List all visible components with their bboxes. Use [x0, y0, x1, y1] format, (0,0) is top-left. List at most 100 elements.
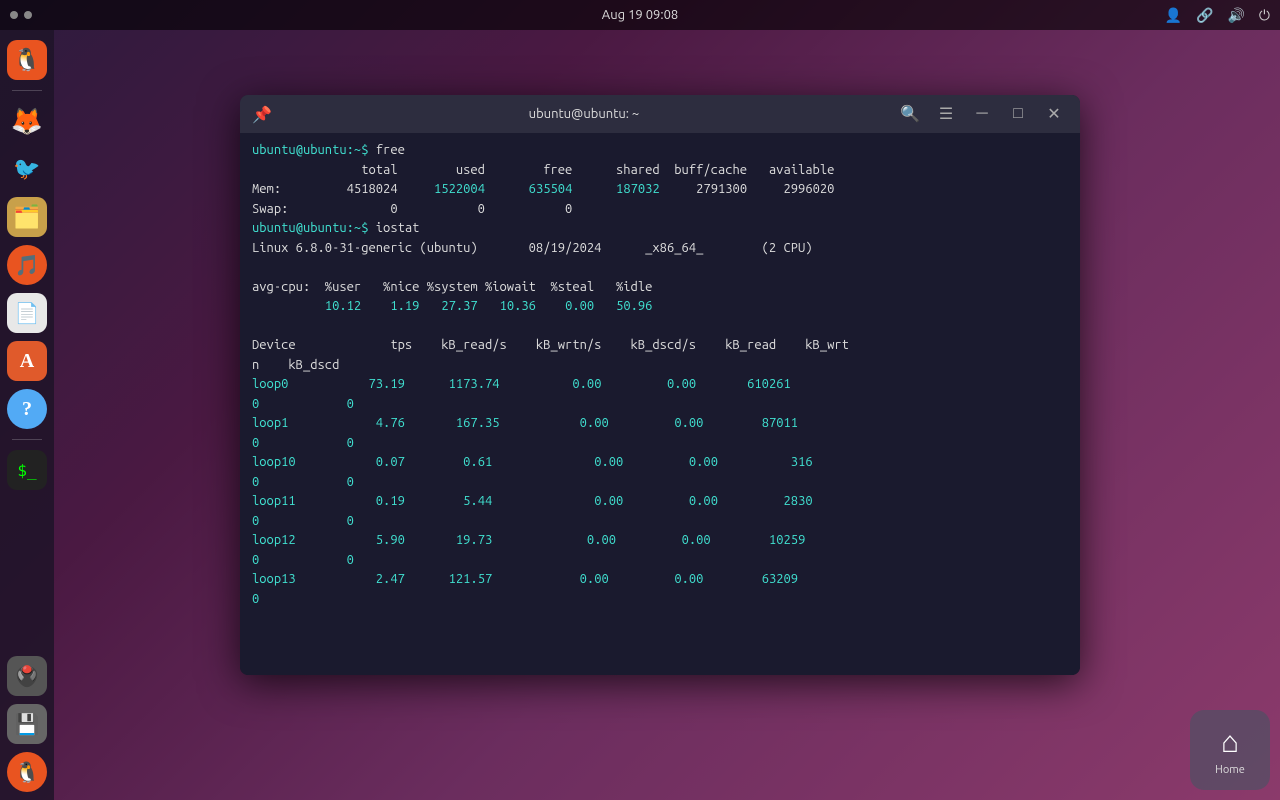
- dev-loop0-sp: [259, 397, 346, 411]
- power-icon[interactable]: ⏻: [1259, 7, 1270, 24]
- sidebar-item-ubuntu-bottom[interactable]: 🐧: [7, 752, 47, 792]
- dev-loop10-kb_wrtn_s: 0.00: [594, 455, 623, 469]
- sidebar-item-firefox[interactable]: 🦊: [7, 101, 47, 141]
- sidebar-item-appstore[interactable]: A: [7, 341, 47, 381]
- mem-label: Mem: 4518024: [252, 182, 434, 196]
- mem-sep1: [485, 182, 529, 196]
- dev-s8: [609, 416, 675, 430]
- mem-used: 1522004: [434, 182, 485, 196]
- dev-loop10-name: loop10: [252, 455, 296, 469]
- dev-loop12-kb_read: 10259: [769, 533, 805, 547]
- dev-loop12-c2: 0: [347, 553, 354, 567]
- terminal-close-button[interactable]: ✕: [1040, 100, 1068, 128]
- dev-header2: n kB_dscd: [252, 356, 1068, 376]
- dev-sg: [405, 494, 463, 508]
- dev-loop10-kb_read_s: 0.61: [463, 455, 492, 469]
- home-button[interactable]: ⌂ Home: [1190, 710, 1270, 790]
- sidebar-item-terminal[interactable]: $_: [7, 450, 47, 490]
- dev-loop1-sp: [259, 436, 346, 450]
- dev-loop1-c2: 0: [347, 436, 354, 450]
- dev-loop13-kb_read: 63209: [762, 572, 798, 586]
- sidebar-item-writer[interactable]: 📄: [7, 293, 47, 333]
- cpu-nice: 1.19: [390, 299, 419, 313]
- terminal-body[interactable]: ubuntu@ubuntu:~$ free total used free sh…: [240, 133, 1080, 675]
- dev-loop1-kb_dscd_s: 0.00: [674, 416, 703, 430]
- dev-loop1-name: loop1: [252, 416, 288, 430]
- titlebar-controls: 🔍 ☰ ─ □ ✕: [896, 100, 1068, 128]
- dev-loop13-line1: loop13 2.47 121.57 0.00 0.00 63209: [252, 570, 1068, 590]
- sidebar: 🐧 🦊 🐦 🗂️ 🎵 📄 A ? $_ 🖲️ 💾 🐧: [0, 30, 54, 800]
- dev-s2: [500, 377, 573, 391]
- dev-loop10-c2: 0: [347, 475, 354, 489]
- sidebar-item-scanner[interactable]: 🖲️: [7, 656, 47, 696]
- cpu-header: avg-cpu: %user %nice %system %iowait %st…: [252, 278, 1068, 298]
- dev-loop10-kb_dscd_s: 0.00: [689, 455, 718, 469]
- ps1-2: ~$: [354, 221, 369, 235]
- dev-loop0-kb_dscd_s: 0.00: [667, 377, 696, 391]
- dev-loop11-c2: 0: [347, 514, 354, 528]
- dev-loop13-line2: 0: [252, 590, 1068, 610]
- terminal-titlebar: 📌 ubuntu@ubuntu: ~ 🔍 ☰ ─ □ ✕: [240, 95, 1080, 133]
- sidebar-item-thunderbird[interactable]: 🐦: [7, 149, 47, 189]
- person-icon[interactable]: 👤: [1165, 7, 1182, 24]
- terminal-maximize-button[interactable]: □: [1004, 100, 1032, 128]
- dev-sl: [405, 533, 456, 547]
- dev-loop0-name: loop0: [252, 377, 288, 391]
- dev-loop10-kb_read: 316: [791, 455, 813, 469]
- dev-loop0-line1: loop0 73.19 1173.74 0.00 0.00 610261: [252, 375, 1068, 395]
- dev-sf: [296, 494, 376, 508]
- terminal-title: ubuntu@ubuntu: ~: [282, 107, 886, 121]
- dev-sm: [492, 533, 587, 547]
- home-icon-symbol: ⌂: [1221, 724, 1239, 760]
- dev-loop1-kb_wrtn_s: 0.00: [580, 416, 609, 430]
- free-command-line: ubuntu@ubuntu:~$ free: [252, 141, 1068, 161]
- sidebar-item-rhythmbox[interactable]: 🎵: [7, 245, 47, 285]
- prompt-2: ubuntu@ubuntu:: [252, 221, 354, 235]
- sidebar-item-files[interactable]: 🗂️: [7, 197, 47, 237]
- dev-s7: [500, 416, 580, 430]
- sidebar-divider-2: [12, 439, 42, 440]
- dev-loop12-line1: loop12 5.90 19.73 0.00 0.00 10259: [252, 531, 1068, 551]
- network-icon[interactable]: 🔗: [1196, 7, 1213, 24]
- dev-loop12-tps: 5.90: [376, 533, 405, 547]
- terminal-menu-button[interactable]: ☰: [932, 100, 960, 128]
- dev-s6: [405, 416, 456, 430]
- dev-loop13-name: loop13: [252, 572, 296, 586]
- dev-loop11-sp: [259, 514, 346, 528]
- dev-loop13-kb_wrtn_s: 0.00: [580, 572, 609, 586]
- cpu-system: 27.37: [441, 299, 477, 313]
- free-header: total used free shared buff/cache availa…: [252, 161, 1068, 181]
- dev-st: [703, 572, 761, 586]
- dev-s3: [602, 377, 668, 391]
- dev-loop13-kb_dscd_s: 0.00: [674, 572, 703, 586]
- volume-icon[interactable]: 🔊: [1227, 7, 1244, 24]
- dev-loop0-tps-val: 73.19: [369, 377, 405, 391]
- dev-loop12-sp: [259, 553, 346, 567]
- free-swap-line: Swap: 0 0 0: [252, 200, 1068, 220]
- dev-loop13-kb_read_s: 121.57: [449, 572, 493, 586]
- dev-so: [711, 533, 769, 547]
- sidebar-item-help[interactable]: ?: [7, 389, 47, 429]
- sidebar-item-drive[interactable]: 💾: [7, 704, 47, 744]
- dev-sr: [492, 572, 579, 586]
- dev-loop10-sp: [259, 475, 346, 489]
- cpu-val-prefix: [252, 299, 325, 313]
- top-bar-datetime: Aug 19 09:08: [602, 8, 679, 22]
- top-bar-dot-2: [24, 11, 32, 19]
- home-label: Home: [1215, 764, 1245, 776]
- top-bar-left: [10, 11, 32, 19]
- top-bar-right: 👤 🔗 🔊 ⏻: [1165, 7, 1270, 24]
- dev-loop0-c2: 0: [347, 397, 354, 411]
- dev-s1: [405, 377, 449, 391]
- cpu-steal: 0.00: [565, 299, 594, 313]
- cmd-iostat: iostat: [368, 221, 419, 235]
- iostat-line1: Linux 6.8.0-31-generic (ubuntu) 08/19/20…: [252, 239, 1068, 259]
- dev-loop0-kb_read: 610261: [747, 377, 791, 391]
- sidebar-item-ubuntu[interactable]: 🐧: [7, 40, 47, 80]
- dev-sn: [616, 533, 682, 547]
- ps1-1: ~$: [354, 143, 369, 157]
- cpu-sep4: [536, 299, 565, 313]
- terminal-search-button[interactable]: 🔍: [896, 100, 924, 128]
- dev-sb: [405, 455, 463, 469]
- terminal-minimize-button[interactable]: ─: [968, 100, 996, 128]
